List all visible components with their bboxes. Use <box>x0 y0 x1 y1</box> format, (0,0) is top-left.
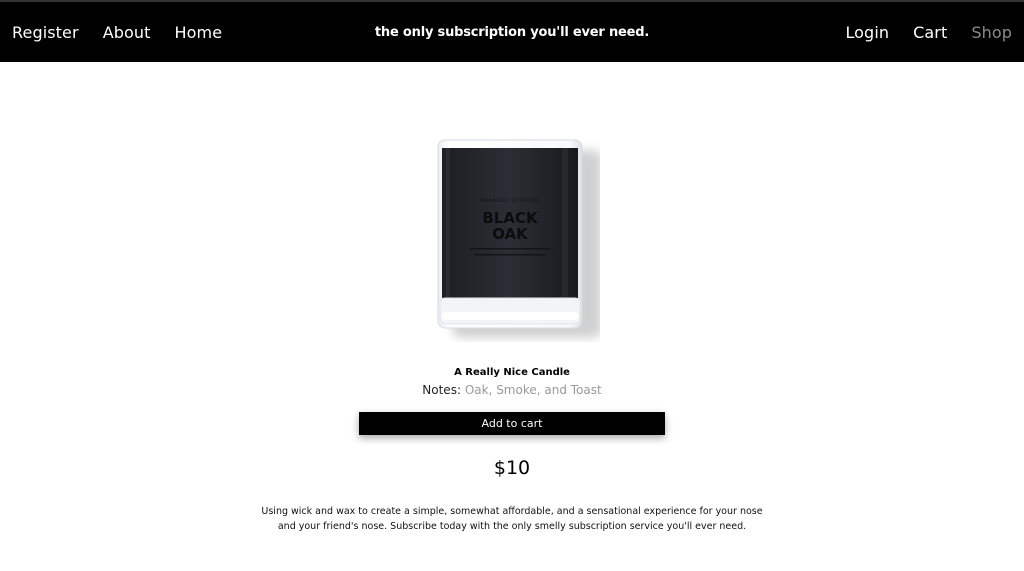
nav-right-group: Login Cart Shop <box>821 2 1012 62</box>
top-navbar: Register About Home the only subscriptio… <box>0 0 1024 62</box>
nav-home-link[interactable]: Home <box>175 23 223 42</box>
candle-product-image: BRANDED SCENTED BLACK OAK <box>430 136 602 342</box>
add-to-cart-button[interactable]: Add to cart <box>359 412 665 435</box>
nav-cart-link[interactable]: Cart <box>913 23 947 42</box>
nav-left-group: Register About Home <box>12 2 246 62</box>
nav-register-link[interactable]: Register <box>12 23 79 42</box>
nav-about-link[interactable]: About <box>103 23 151 42</box>
header-tagline: the only subscription you'll ever need. <box>374 24 650 40</box>
product-price: $10 <box>493 457 531 479</box>
nav-login-link[interactable]: Login <box>845 23 889 42</box>
label-name-line2: OAK <box>492 225 529 243</box>
product-title: A Really Nice Candle <box>454 367 570 378</box>
notes-value: Oak, Smoke, and Toast <box>464 383 602 397</box>
label-brand-text: BRANDED SCENTED <box>481 198 539 204</box>
product-description: Using wick and wax to create a simple, s… <box>261 506 763 532</box>
notes-label: Notes: <box>422 383 461 397</box>
candle-illustration: BRANDED SCENTED BLACK OAK <box>437 139 602 338</box>
product-notes: Notes: Oak, Smoke, and Toast <box>0 383 1024 397</box>
nav-shop-link[interactable]: Shop <box>971 23 1012 42</box>
